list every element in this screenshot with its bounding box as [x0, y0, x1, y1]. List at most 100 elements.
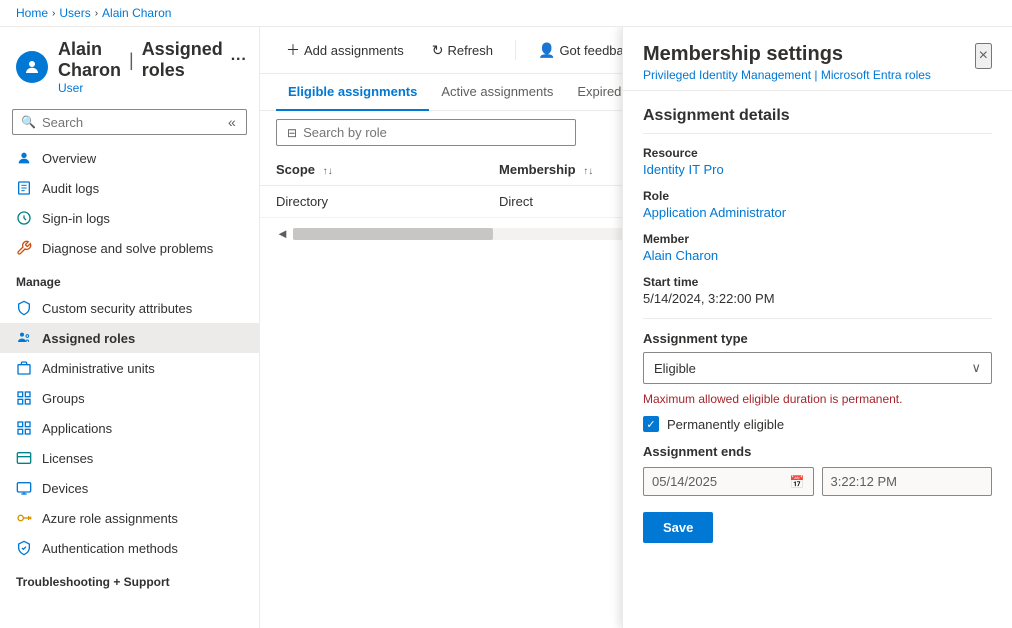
permanently-eligible-row: ✓ Permanently eligible [643, 416, 992, 432]
panel-subtitle: Privileged Identity Management | Microso… [643, 68, 975, 82]
person-roles-icon [16, 330, 32, 346]
sidebar-item-auth-methods[interactable]: Authentication methods [0, 533, 259, 563]
search-box[interactable]: 🔍 « [12, 109, 247, 135]
plus-icon: ＋ [286, 40, 300, 60]
grid-icon [16, 390, 32, 406]
sidebar-item-diagnose[interactable]: Diagnose and solve problems [0, 233, 259, 263]
sidebar-item-label: Custom security attributes [42, 301, 192, 316]
permanently-eligible-checkbox[interactable]: ✓ [643, 416, 659, 432]
sidebar-item-audit-logs[interactable]: Audit logs [0, 173, 259, 203]
check-icon: ✓ [646, 418, 655, 431]
membership-panel: Membership settings Privileged Identity … [622, 27, 1012, 628]
panel-close-button[interactable]: × [975, 43, 992, 69]
sidebar-item-devices[interactable]: Devices [0, 473, 259, 503]
content-area: ＋ Add assignments ↻ Refresh 👤 Got feedba… [260, 27, 1012, 628]
scroll-left-arrow[interactable]: ◄ [276, 226, 289, 241]
resource-value: Identity IT Pro [643, 162, 992, 177]
sidebar-title-group: Alain Charon | Assigned roles ··· User [58, 39, 247, 95]
sidebar-item-label: Groups [42, 391, 85, 406]
role-value: Application Administrator [643, 205, 992, 220]
sidebar-item-applications[interactable]: Applications [0, 413, 259, 443]
breadcrumb-sep-2: › [95, 8, 98, 19]
panel-divider [643, 318, 992, 319]
sort-icon: ↑↓ [583, 166, 593, 177]
page-title: Alain Charon | Assigned roles ··· [58, 39, 247, 81]
person-icon [16, 150, 32, 166]
save-button[interactable]: Save [643, 512, 713, 543]
signin-icon [16, 210, 32, 226]
user-type-label: User [58, 81, 247, 95]
sidebar-nav: Overview Audit logs Sign-in logs [0, 143, 259, 628]
scroll-thumb [293, 228, 493, 240]
breadcrumb-home[interactable]: Home [16, 6, 48, 20]
sidebar-item-label: Authentication methods [42, 541, 178, 556]
toolbar-divider [515, 40, 516, 60]
breadcrumb-users[interactable]: Users [59, 6, 90, 20]
start-time-value: 5/14/2024, 3:22:00 PM [643, 291, 992, 306]
assignment-type-select[interactable]: Eligible ∨ [643, 352, 992, 384]
assignment-type-label: Assignment type [643, 331, 992, 346]
date-row: 05/14/2025 📅 3:22:12 PM [643, 467, 992, 496]
detail-resource: Resource Identity IT Pro [643, 146, 992, 177]
sidebar-item-label: Devices [42, 481, 88, 496]
time-value: 3:22:12 PM [831, 474, 898, 489]
sidebar-item-label: Azure role assignments [42, 511, 178, 526]
tab-eligible[interactable]: Eligible assignments [276, 74, 429, 111]
search-icon: 🔍 [21, 115, 36, 129]
table-search-box[interactable]: ⊟ [276, 119, 576, 146]
sidebar-item-label: Administrative units [42, 361, 155, 376]
breadcrumb-sep-1: › [52, 8, 55, 19]
time-picker[interactable]: 3:22:12 PM [822, 467, 993, 496]
tab-active[interactable]: Active assignments [429, 74, 565, 111]
col-scope[interactable]: Scope ↑↓ [260, 154, 483, 186]
date-picker[interactable]: 05/14/2025 📅 [643, 467, 814, 496]
troubleshooting-section-label: Troubleshooting + Support [0, 563, 259, 593]
calendar-icon: 📅 [790, 475, 805, 489]
sidebar-item-groups[interactable]: Groups [0, 383, 259, 413]
panel-title-group: Membership settings Privileged Identity … [643, 43, 975, 82]
cell-scope: Directory [260, 186, 483, 218]
sidebar-item-custom-security[interactable]: Custom security attributes [0, 293, 259, 323]
license-icon [16, 450, 32, 466]
panel-title: Membership settings [643, 43, 975, 66]
auth-icon [16, 540, 32, 556]
more-options-button[interactable]: ··· [231, 51, 247, 69]
sidebar-item-azure-roles[interactable]: Azure role assignments [0, 503, 259, 533]
manage-section-label: Manage [0, 263, 259, 293]
sidebar-item-sign-in-logs[interactable]: Sign-in logs [0, 203, 259, 233]
sidebar-item-admin-units[interactable]: Administrative units [0, 353, 259, 383]
sidebar-item-label: Assigned roles [42, 331, 135, 346]
detail-start-time: Start time 5/14/2024, 3:22:00 PM [643, 275, 992, 306]
permanently-eligible-label: Permanently eligible [667, 417, 784, 432]
sort-icon: ↑↓ [323, 166, 333, 177]
refresh-button[interactable]: ↻ Refresh [422, 37, 503, 64]
sidebar-item-assigned-roles[interactable]: Assigned roles [0, 323, 259, 353]
doc-icon [16, 180, 32, 196]
sidebar-item-licenses[interactable]: Licenses [0, 443, 259, 473]
search-input[interactable] [42, 115, 218, 130]
assignment-ends-label: Assignment ends [643, 444, 992, 459]
building-icon [16, 360, 32, 376]
shield-icon [16, 300, 32, 316]
breadcrumb-current[interactable]: Alain Charon [102, 6, 171, 20]
sidebar-item-label: Applications [42, 421, 112, 436]
assignment-ends-section: Assignment ends 05/14/2025 📅 3:22:12 PM [643, 444, 992, 496]
assignment-type-section: Assignment type Eligible ∨ [643, 331, 992, 384]
sidebar-item-label: Diagnose and solve problems [42, 241, 213, 256]
panel-section-title: Assignment details [643, 107, 992, 134]
detail-member: Member Alain Charon [643, 232, 992, 263]
date-value: 05/14/2025 [652, 474, 717, 489]
role-search-input[interactable] [303, 125, 483, 140]
filter-icon: ⊟ [287, 126, 297, 140]
sidebar: Alain Charon | Assigned roles ··· User 🔍… [0, 27, 260, 628]
feedback-icon: 👤 [538, 42, 555, 59]
sidebar-item-overview[interactable]: Overview [0, 143, 259, 173]
apps-icon [16, 420, 32, 436]
devices-icon [16, 480, 32, 496]
sidebar-item-label: Overview [42, 151, 96, 166]
add-assignments-button[interactable]: ＋ Add assignments [276, 35, 414, 65]
collapse-button[interactable]: « [224, 114, 240, 130]
sidebar-item-label: Licenses [42, 451, 93, 466]
chevron-down-icon: ∨ [971, 360, 981, 376]
sidebar-header: Alain Charon | Assigned roles ··· User [0, 27, 259, 103]
